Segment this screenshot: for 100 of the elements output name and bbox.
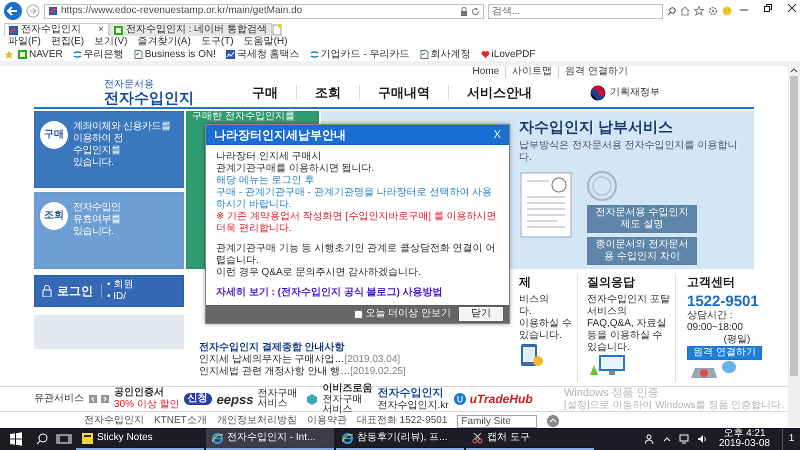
logo-subtitle: 전자문서용 bbox=[104, 79, 155, 92]
notifications-button[interactable]: 1 bbox=[782, 428, 800, 450]
favorite-link[interactable]: 국세청 홈택스 bbox=[226, 48, 306, 60]
partner-logo[interactable]: 이비즈로움 전자구매서비스 bbox=[306, 383, 372, 416]
top-link[interactable]: 원격 연결하기 bbox=[558, 66, 634, 78]
hours-text: 상담시간 : 09:00~18:00 bbox=[687, 310, 744, 334]
related-services-label: 유관서비스 bbox=[34, 393, 84, 406]
search-icon[interactable] bbox=[667, 6, 676, 16]
favorite-link[interactable]: 기업카드 - 우리카드 bbox=[310, 48, 416, 60]
previous-icon[interactable] bbox=[89, 395, 97, 404]
column-text: 비스의 bbox=[519, 294, 550, 306]
settings-icon[interactable] bbox=[708, 6, 718, 16]
favorite-link[interactable]: 우리은행 bbox=[72, 48, 130, 60]
taskbar-app[interactable]: 캡처 도구 bbox=[466, 428, 594, 450]
news-headline[interactable]: 전자수입인지 결제종합 안내사항 bbox=[199, 342, 404, 354]
menu-item[interactable]: 편집(E) bbox=[46, 36, 88, 48]
next-icon[interactable] bbox=[101, 395, 109, 404]
banner-button[interactable]: 종이문서와 전자문서용 수입인지 차이 bbox=[587, 237, 697, 266]
nav-link[interactable]: 구매내역 bbox=[359, 84, 448, 100]
scroll-up-icon[interactable] bbox=[790, 66, 798, 74]
taskbar-app[interactable]: 전자수입인지 - Int... bbox=[206, 428, 334, 450]
menu-item[interactable]: 즐겨찾기(A) bbox=[133, 36, 195, 48]
taskbar-app[interactable]: Sticky Notes bbox=[76, 428, 204, 450]
scroll-thumb[interactable] bbox=[790, 76, 798, 376]
favorite-link[interactable]: NAVER bbox=[18, 48, 69, 60]
partner-logo[interactable]: 전자수입인지 전자수입인지.kr bbox=[377, 386, 449, 412]
menu-item[interactable]: 도움말(H) bbox=[240, 36, 292, 48]
back-icon[interactable] bbox=[4, 2, 22, 20]
qna-text: 전자수입인지 포탈 서비스의 FAQ,Q&A, 자료실 등을 이용하실 수 있습니다. bbox=[587, 294, 671, 354]
tile-text: 전자수입인 유효여부를 있습니다. bbox=[73, 202, 120, 240]
ministry-name: 기획재정부 bbox=[610, 86, 660, 99]
column-heading: 제 bbox=[519, 275, 532, 290]
footer-link[interactable]: 대표전화 1522-9501 bbox=[356, 415, 448, 428]
close-icon[interactable] bbox=[788, 4, 796, 12]
partner-logo[interactable]: uTradeHub bbox=[454, 392, 533, 407]
chart-icon bbox=[226, 50, 235, 59]
menu-item[interactable]: 도구(T) bbox=[196, 36, 238, 48]
banner-button[interactable]: 전자문서용 수입인지 제도 설명 bbox=[587, 205, 697, 234]
footer-link[interactable]: 개인정보처리방침 bbox=[216, 415, 297, 428]
browser-tab[interactable]: 전자수입인지 × bbox=[4, 23, 109, 36]
clock[interactable]: 오후 4:21 2019-03-08 bbox=[714, 429, 774, 449]
search-field[interactable]: 검색... bbox=[488, 4, 663, 18]
footer-link[interactable]: KTNET소개 bbox=[154, 415, 207, 428]
news-title[interactable]: 인지세 납세의무자는 구매사업… bbox=[199, 354, 345, 366]
close-dialog-button[interactable]: 닫기 bbox=[459, 307, 503, 322]
taskbar-app[interactable]: 참동후기(리뷰), 프... bbox=[336, 428, 464, 450]
close-button[interactable]: X bbox=[494, 128, 501, 142]
days-text: (평일) bbox=[722, 334, 752, 346]
lock-icon bbox=[42, 285, 52, 298]
favorite-link[interactable]: Business is ON! bbox=[134, 48, 222, 60]
remote-connect-button[interactable]: 원격 연결하기 bbox=[687, 346, 762, 360]
tile-label: 조회 bbox=[40, 202, 68, 230]
browser-tab[interactable]: 전자수입인지 : 네이버 통합검색 bbox=[108, 23, 272, 36]
favorite-link[interactable]: iLovePDF bbox=[480, 48, 542, 60]
menu-item[interactable]: 보기(V) bbox=[90, 36, 132, 48]
nav-link[interactable]: 구매 bbox=[234, 84, 296, 100]
page-icon bbox=[134, 50, 143, 59]
favorite-link[interactable]: 회사계정 bbox=[420, 48, 477, 60]
swirl-icon bbox=[310, 50, 319, 59]
tab-close-button[interactable]: × bbox=[98, 24, 104, 36]
site-logo[interactable]: 전자수입인지 bbox=[104, 91, 194, 106]
top-link[interactable]: Home bbox=[466, 66, 506, 78]
top-link[interactable]: 사이트맵 bbox=[505, 66, 558, 78]
star-icon[interactable] bbox=[694, 6, 704, 16]
column-text: 다. bbox=[519, 306, 533, 318]
network-icon[interactable] bbox=[678, 434, 689, 444]
nav-link[interactable]: 조회 bbox=[296, 84, 359, 100]
tile-label: 구매 bbox=[40, 121, 68, 150]
tablet-drawing bbox=[519, 342, 545, 368]
dialog-title: 나라장터인지세납부안내 bbox=[214, 128, 346, 142]
login-bar[interactable]: 로그인 • 회원 • ID/ bbox=[34, 275, 184, 308]
menu-item[interactable]: 파일(F) bbox=[4, 36, 45, 48]
phone-number: 1522-9501 bbox=[687, 294, 760, 310]
refresh-icon[interactable] bbox=[471, 6, 480, 16]
news-title[interactable]: 인지세법 관련 개정사항 안내 행… bbox=[199, 366, 350, 378]
nav-link[interactable]: 서비스안내 bbox=[448, 84, 550, 100]
column-text: 이용하실 수 bbox=[519, 318, 573, 330]
note-icon bbox=[82, 432, 93, 444]
login-link[interactable]: • ID/ bbox=[107, 291, 134, 304]
cube-icon bbox=[306, 393, 318, 406]
restore-icon[interactable] bbox=[764, 4, 772, 12]
address-field[interactable]: https://www.edoc-revenuestamp.or.kr/main/getMain.do bbox=[44, 4, 484, 18]
people-icon[interactable] bbox=[644, 434, 655, 444]
dont-show-label[interactable]: 오늘 더이상 안보기 bbox=[365, 308, 451, 320]
home-icon[interactable] bbox=[680, 6, 690, 16]
scroll-top-icon[interactable] bbox=[547, 415, 560, 428]
page-icon bbox=[420, 50, 429, 59]
blog-link[interactable]: 자세히 보기 : (전자수입인지 공식 블로그) 사용방법 bbox=[216, 287, 443, 300]
tile-text: 계좌이체와 신용카드를 이용하여 전 수입인지를 있습니다. bbox=[73, 121, 170, 170]
new-tab-icon[interactable] bbox=[272, 24, 282, 36]
footer-link[interactable]: 이용약관 bbox=[306, 415, 347, 428]
swirl-icon bbox=[72, 50, 82, 59]
login-link[interactable]: • 회원 bbox=[107, 279, 134, 292]
chevron-up-icon[interactable] bbox=[662, 436, 671, 442]
volume-icon[interactable] bbox=[696, 434, 707, 444]
task-view-icon[interactable] bbox=[54, 432, 74, 446]
scrollbar[interactable] bbox=[788, 66, 800, 428]
dont-show-checkbox[interactable] bbox=[354, 310, 364, 319]
column-heading: 질의응답 bbox=[587, 275, 636, 290]
family-site-select[interactable]: Family Site bbox=[457, 414, 538, 428]
